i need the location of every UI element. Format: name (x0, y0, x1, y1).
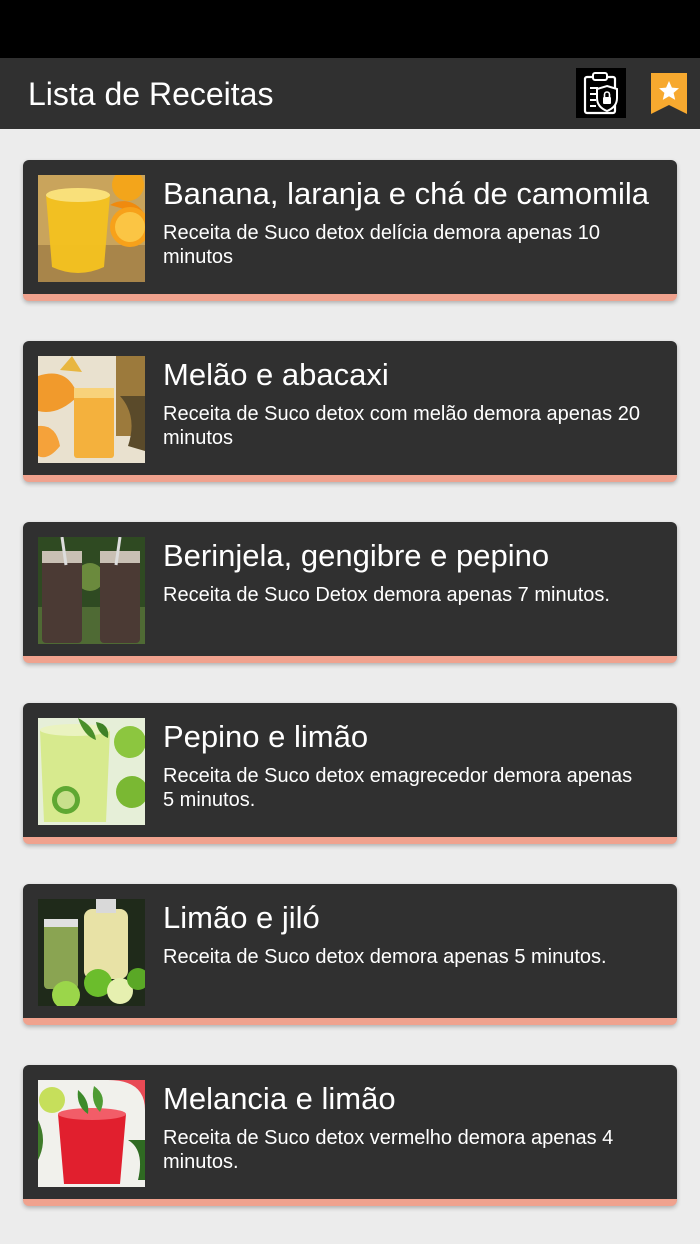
recipe-description: Receita de Suco detox delícia demora ape… (163, 222, 600, 268)
recipe-card[interactable]: Berinjela, gengibre e pepino Receita de … (23, 522, 677, 663)
recipe-list: Banana, laranja e chá de camomila Receit… (23, 160, 677, 1244)
orange-juice-image (38, 175, 145, 282)
recipe-title: Berinjela, gengibre e pepino (163, 538, 550, 573)
recipe-card[interactable]: Banana, laranja e chá de camomila Receit… (23, 160, 677, 301)
status-bar (0, 0, 700, 58)
recipe-description: Receita de Suco detox demora apenas 5 mi… (163, 946, 607, 968)
recipe-description: Receita de Suco detox com melão demora a… (163, 403, 640, 449)
recipe-description: Receita de Suco Detox demora apenas 7 mi… (163, 584, 610, 606)
recipe-card[interactable]: Melancia e limão Receita de Suco detox v… (23, 1065, 677, 1206)
recipe-title: Melão e abacaxi (163, 357, 389, 392)
recipe-title: Banana, laranja e chá de camomila (163, 176, 649, 211)
recipe-description: Receita de Suco detox emagrecedor demora… (163, 765, 633, 811)
privacy-policy-clipboard-icon (583, 72, 618, 115)
star-bookmark-icon (651, 73, 687, 114)
favorites-button[interactable] (649, 71, 689, 116)
app-bar: Lista de Receitas (0, 58, 700, 129)
melon-pineapple-juice-image (38, 356, 145, 463)
recipe-description: Receita de Suco detox vermelho demora ap… (163, 1127, 614, 1173)
recipe-card[interactable]: Limão e jiló Receita de Suco detox demor… (23, 884, 677, 1025)
lime-jilo-juice-image (38, 899, 145, 1006)
recipe-card[interactable]: Melão e abacaxi Receita de Suco detox co… (23, 341, 677, 482)
page-title: Lista de Receitas (28, 76, 274, 112)
watermelon-lemon-juice-image (38, 1080, 145, 1187)
recipe-title: Pepino e limão (163, 719, 369, 754)
cucumber-lemon-juice-image (38, 718, 145, 825)
recipe-card[interactable]: Pepino e limão Receita de Suco detox ema… (23, 703, 677, 844)
recipe-title: Limão e jiló (163, 900, 320, 935)
recipe-title: Melancia e limão (163, 1081, 396, 1116)
eggplant-juice-image (38, 537, 145, 644)
privacy-policy-button[interactable] (576, 68, 626, 118)
